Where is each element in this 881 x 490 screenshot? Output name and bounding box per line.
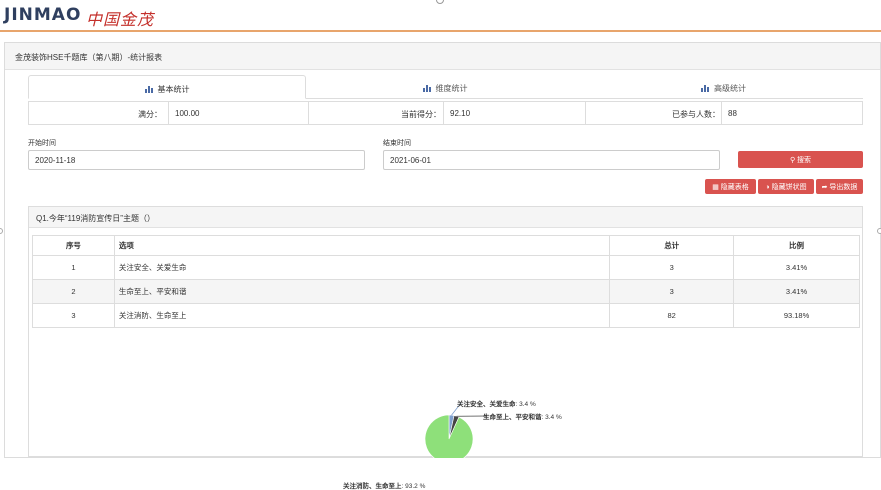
question-panel: Q1.今年“119消防宣传日”主题（） 序号 选项 总计 比例 1 关注安全、关…: [28, 206, 863, 457]
pie-chart: [29, 207, 864, 458]
start-date-input[interactable]: 2020-11-18: [28, 150, 365, 170]
logo-jinmao: JINMAO: [4, 5, 81, 25]
pie-label-slice-2: 生命至上、平安和谐: 3.4 %: [483, 411, 562, 421]
pie-slice: [425, 415, 473, 458]
resize-handle-right[interactable]: [877, 228, 881, 234]
logo-chinese: 中国金茂: [86, 6, 154, 30]
participants-value: 88: [721, 102, 862, 124]
bar-chart-icon: [145, 86, 153, 93]
pie-label-slice-1: 关注安全、关爱生命: 3.4 %: [457, 398, 536, 408]
table-icon: ▦: [712, 184, 721, 191]
bar-chart-icon: [423, 85, 431, 92]
full-score-label: 满分：: [29, 102, 162, 124]
bar-chart-icon: [701, 85, 709, 92]
start-date-label: 开始时间: [28, 138, 56, 148]
resize-handle-top[interactable]: [436, 0, 444, 4]
participants-label: 已参与人数：: [585, 102, 720, 124]
end-date-label: 结束时间: [383, 138, 411, 148]
current-score-label: 当前得分：: [308, 102, 441, 124]
pie-label-slice-3: 关注消防、生命至上: 93.2 %: [343, 480, 425, 490]
tab-basic-stats[interactable]: 基本统计: [28, 75, 306, 99]
tab-dimension-stats[interactable]: 维度统计: [306, 75, 584, 99]
search-icon: ⚲: [790, 157, 797, 164]
resize-handle-left[interactable]: [0, 228, 3, 234]
end-date-input[interactable]: 2021-06-01: [383, 150, 720, 170]
current-score-value: 92.10: [443, 102, 585, 124]
score-summary: 满分： 100.00 当前得分： 92.10 已参与人数： 88: [28, 101, 863, 125]
hide-pie-button[interactable]: ◑ 隐藏饼状图: [758, 179, 814, 194]
tab-bar: 基本统计 维度统计 高级统计: [28, 75, 863, 99]
full-score-value: 100.00: [168, 102, 308, 124]
hide-table-button[interactable]: ▦ 隐藏表格: [705, 179, 756, 194]
report-panel: 金茂装饰HSE千题库（第八期）-统计报表 基本统计 维度统计 高级统计 满分： …: [4, 42, 881, 458]
export-button[interactable]: ➦ 导出数据: [816, 179, 863, 194]
tab-advanced-stats[interactable]: 高级统计: [584, 75, 863, 99]
panel-title: 金茂装饰HSE千题库（第八期）-统计报表: [5, 43, 880, 70]
search-button[interactable]: ⚲ 搜索: [738, 151, 863, 168]
top-header: JINMAO 中国金茂: [0, 0, 881, 32]
